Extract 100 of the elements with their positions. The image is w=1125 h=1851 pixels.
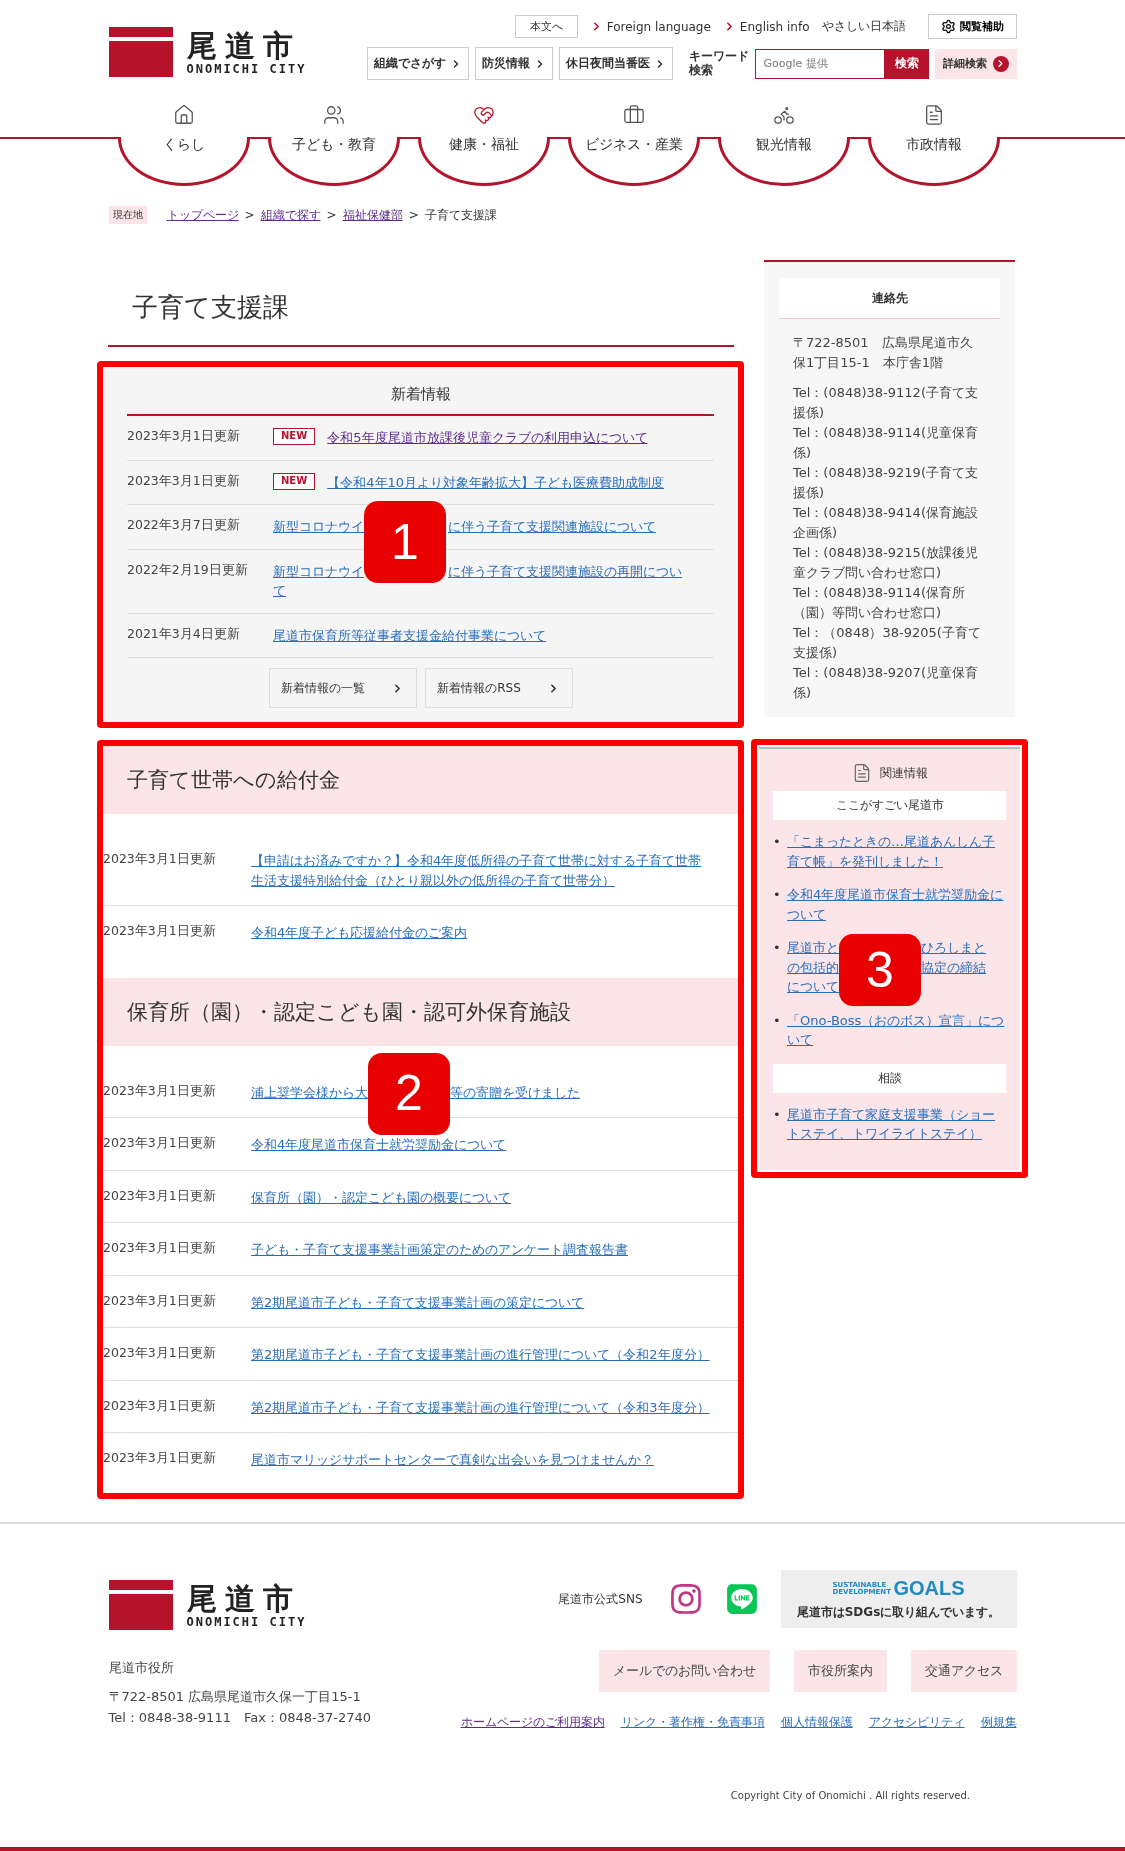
news-link[interactable]: 新型コロナウイ	[273, 519, 364, 534]
news-link[interactable]: て	[273, 583, 286, 598]
header-link[interactable]: English info	[722, 19, 810, 34]
footer-button[interactable]: 交通アクセス	[910, 1650, 1017, 1692]
article-link[interactable]: 子ども・子育て支援事業計画策定のためのアンケート調査報告書	[251, 1240, 628, 1260]
footer-link[interactable]: 例規集	[980, 1714, 1017, 1731]
people-icon	[323, 104, 345, 126]
related-link[interactable]: の包括的	[787, 959, 839, 975]
contact-title: 連絡先	[779, 278, 1000, 319]
related-link[interactable]: ひろしまと	[921, 940, 986, 955]
article-link[interactable]: 第2期尾道市子ども・子育て支援事業計画の進行管理について（令和2年度分）	[251, 1345, 710, 1365]
section-heading: 保育所（園）・認定こども園・認可外保育施設	[103, 977, 738, 1046]
news-link[interactable]: に伴う子育て支援関連施設の再開につい	[448, 563, 682, 579]
contact-phone: Tel：(0848)38-9112(子育て支援係)	[792, 384, 979, 422]
news-button[interactable]: 新着情報の一覧	[268, 668, 417, 708]
header-link[interactable]: やさしい日本語	[821, 18, 906, 35]
gear-icon	[940, 19, 956, 34]
breadcrumb-separator: >	[244, 208, 255, 222]
related-link[interactable]: 尾道市と	[787, 940, 839, 955]
related-link[interactable]: 「Ono-Boss（おのボス）宣言」について	[787, 1010, 1006, 1050]
footer-button[interactable]: 市役所案内	[793, 1650, 887, 1692]
contact-phone: Tel：(0848)38-9215(放課後児童クラブ問い合わせ窓口)	[792, 544, 979, 582]
document-icon	[923, 104, 945, 126]
update-date: 2023年3月1日更新	[103, 1292, 217, 1310]
article-link[interactable]: 保育所（園）・認定こども園の概要について	[251, 1187, 511, 1207]
news-link[interactable]: 令和5年度尾道市放課後児童クラブの利用申込について	[327, 428, 648, 448]
news-link[interactable]: に伴う子育て支援関連施設について	[448, 519, 656, 534]
related-group-heading: 相談	[773, 1063, 1006, 1093]
breadcrumb-link[interactable]: 組織で探す	[260, 206, 321, 224]
update-date: 2023年3月1日更新	[103, 1397, 217, 1415]
skip-link[interactable]: 本文へ	[514, 15, 578, 38]
article-link[interactable]: 令和4年度子ども応援給付金のご案内	[251, 923, 468, 943]
contact-phone: Tel：(0848)38-9219(子育て支援係)	[792, 464, 979, 502]
briefcase-icon	[623, 104, 645, 126]
related-link[interactable]: について	[787, 979, 839, 994]
news-date: 2023年3月1日更新	[127, 428, 241, 445]
footer-button[interactable]: メールでのお問い合わせ	[598, 1650, 770, 1692]
contact-phone: Tel：(0848)38-9414(保育施設企画係)	[792, 504, 979, 542]
update-date: 2023年3月1日更新	[103, 1450, 217, 1467]
accessibility-button[interactable]: 閲覧補助	[927, 14, 1017, 39]
news-title: 新着情報	[127, 385, 714, 416]
breadcrumb-link[interactable]: トップページ	[166, 206, 239, 224]
article-link[interactable]: 第2期尾道市子ども・子育て支援事業計画の進行管理について（令和3年度分）	[251, 1397, 710, 1417]
breadcrumb-link[interactable]: 福祉保健部	[342, 206, 403, 224]
footer-link[interactable]: 個人情報保護	[780, 1714, 853, 1731]
annotation-badge: 3	[839, 934, 921, 1006]
related-link[interactable]: 協定の締結	[921, 959, 986, 975]
breadcrumb-separator: >	[408, 208, 419, 222]
search-button[interactable]: 検索	[884, 48, 929, 79]
update-date: 2023年3月1日更新	[103, 1135, 217, 1152]
section-heading: 子育て世帯への給付金	[103, 746, 738, 814]
footer-link[interactable]: アクセシビリティ	[868, 1714, 965, 1731]
arrow-circle-icon	[992, 55, 1009, 72]
related-link[interactable]: 尾道市子育て家庭支援事業（ショートステイ、トワイライトステイ）	[787, 1104, 1006, 1144]
quick-button[interactable]: 休日夜間当番医	[558, 47, 673, 80]
article-link[interactable]: 浦上奨学会様から大	[251, 1084, 368, 1100]
article-link[interactable]: 生活支援特別給付金（ひとり親以外の低所得の子育て世帯分）	[251, 872, 615, 888]
header-link[interactable]: Foreign language	[589, 19, 711, 34]
contact-phone: Tel：(0848)38-9207(児童保育係)	[792, 664, 979, 702]
related-link[interactable]: 令和4年度尾道市保育士就労奨励金について	[787, 885, 1006, 924]
advanced-search-button[interactable]: 詳細検索	[934, 48, 1017, 79]
search-field[interactable]: Google 提供	[754, 48, 885, 79]
annotation-badge: 2	[368, 1052, 450, 1135]
office-phone: Tel：0848-38-9111 Fax：0848-37-2740	[108, 1708, 371, 1727]
breadcrumb-current: 子育て支援課	[424, 206, 497, 224]
update-date: 2023年3月1日更新	[103, 1240, 217, 1257]
contact-phone: Tel：（0848）38-9205(子育て支援係)	[792, 624, 982, 662]
logo-roman: ONOMICHI CITY	[186, 1614, 307, 1629]
news-date: 2021年3月4日更新	[127, 625, 241, 643]
bullet: •	[773, 833, 782, 851]
article-link[interactable]: 第2期尾道市子ども・子育て支援事業計画の策定について	[251, 1292, 585, 1312]
article-link[interactable]: 尾道市マリッジサポートセンターで真剣な出会いを見つけませんか？	[251, 1450, 654, 1470]
footer-link[interactable]: ホームページのご利用案内	[460, 1714, 605, 1731]
related-link[interactable]: 「こまったときの…尾道あんしん子育て帳」を発刊しました！	[787, 832, 1006, 871]
search-label: キーワード検索	[688, 50, 749, 77]
news-link[interactable]: 尾道市保育所等従事者支援金給付事業について	[273, 625, 546, 645]
quick-button[interactable]: 防災情報	[474, 47, 553, 80]
news-date: 2023年3月1日更新	[127, 472, 241, 490]
house-icon	[173, 104, 195, 126]
article-link[interactable]: 令和4年度尾道市保育士就労奨励金について	[251, 1135, 507, 1155]
update-date: 2023年3月1日更新	[103, 1187, 217, 1205]
contact-phone: Tel：(0848)38-9114(児童保育係)	[792, 424, 979, 462]
page-title: 子育て支援課	[132, 291, 290, 324]
news-button[interactable]: 新着情報のRSS	[424, 668, 573, 708]
instagram-icon[interactable]	[668, 1582, 703, 1616]
bicycle-icon	[773, 104, 795, 126]
news-link[interactable]: 新型コロナウイ	[273, 563, 364, 579]
office-name: 尾道市役所	[108, 1659, 174, 1677]
footer-link[interactable]: リンク・著作権・免責事項	[620, 1714, 765, 1731]
news-link[interactable]: 【令和4年10月より対象年齢拡大】子ども医療費助成制度	[327, 472, 665, 492]
article-link[interactable]: 等の寄贈を受けました	[450, 1084, 580, 1100]
bullet: •	[773, 886, 782, 904]
sdgs-note: 尾道市はSDGsに取り組んでいます。	[796, 1604, 1001, 1621]
copyright: Copyright City of Onomichi . All rights reserved.	[730, 1790, 970, 1801]
office-address: 〒722-8501 広島県尾道市久保一丁目15-1	[108, 1687, 361, 1706]
article-link[interactable]: 【申請はお済みですか？】令和4年度低所得の子育て世帯に対する子育て世帯	[251, 853, 702, 868]
contact-phone: Tel：(0848)38-9114(保育所（園）等問い合わせ窓口)	[792, 584, 966, 622]
logo-name: 尾道市	[186, 1581, 302, 1615]
quick-button[interactable]: 組織でさがす	[366, 47, 469, 80]
logo-name: 尾道市	[186, 28, 302, 62]
